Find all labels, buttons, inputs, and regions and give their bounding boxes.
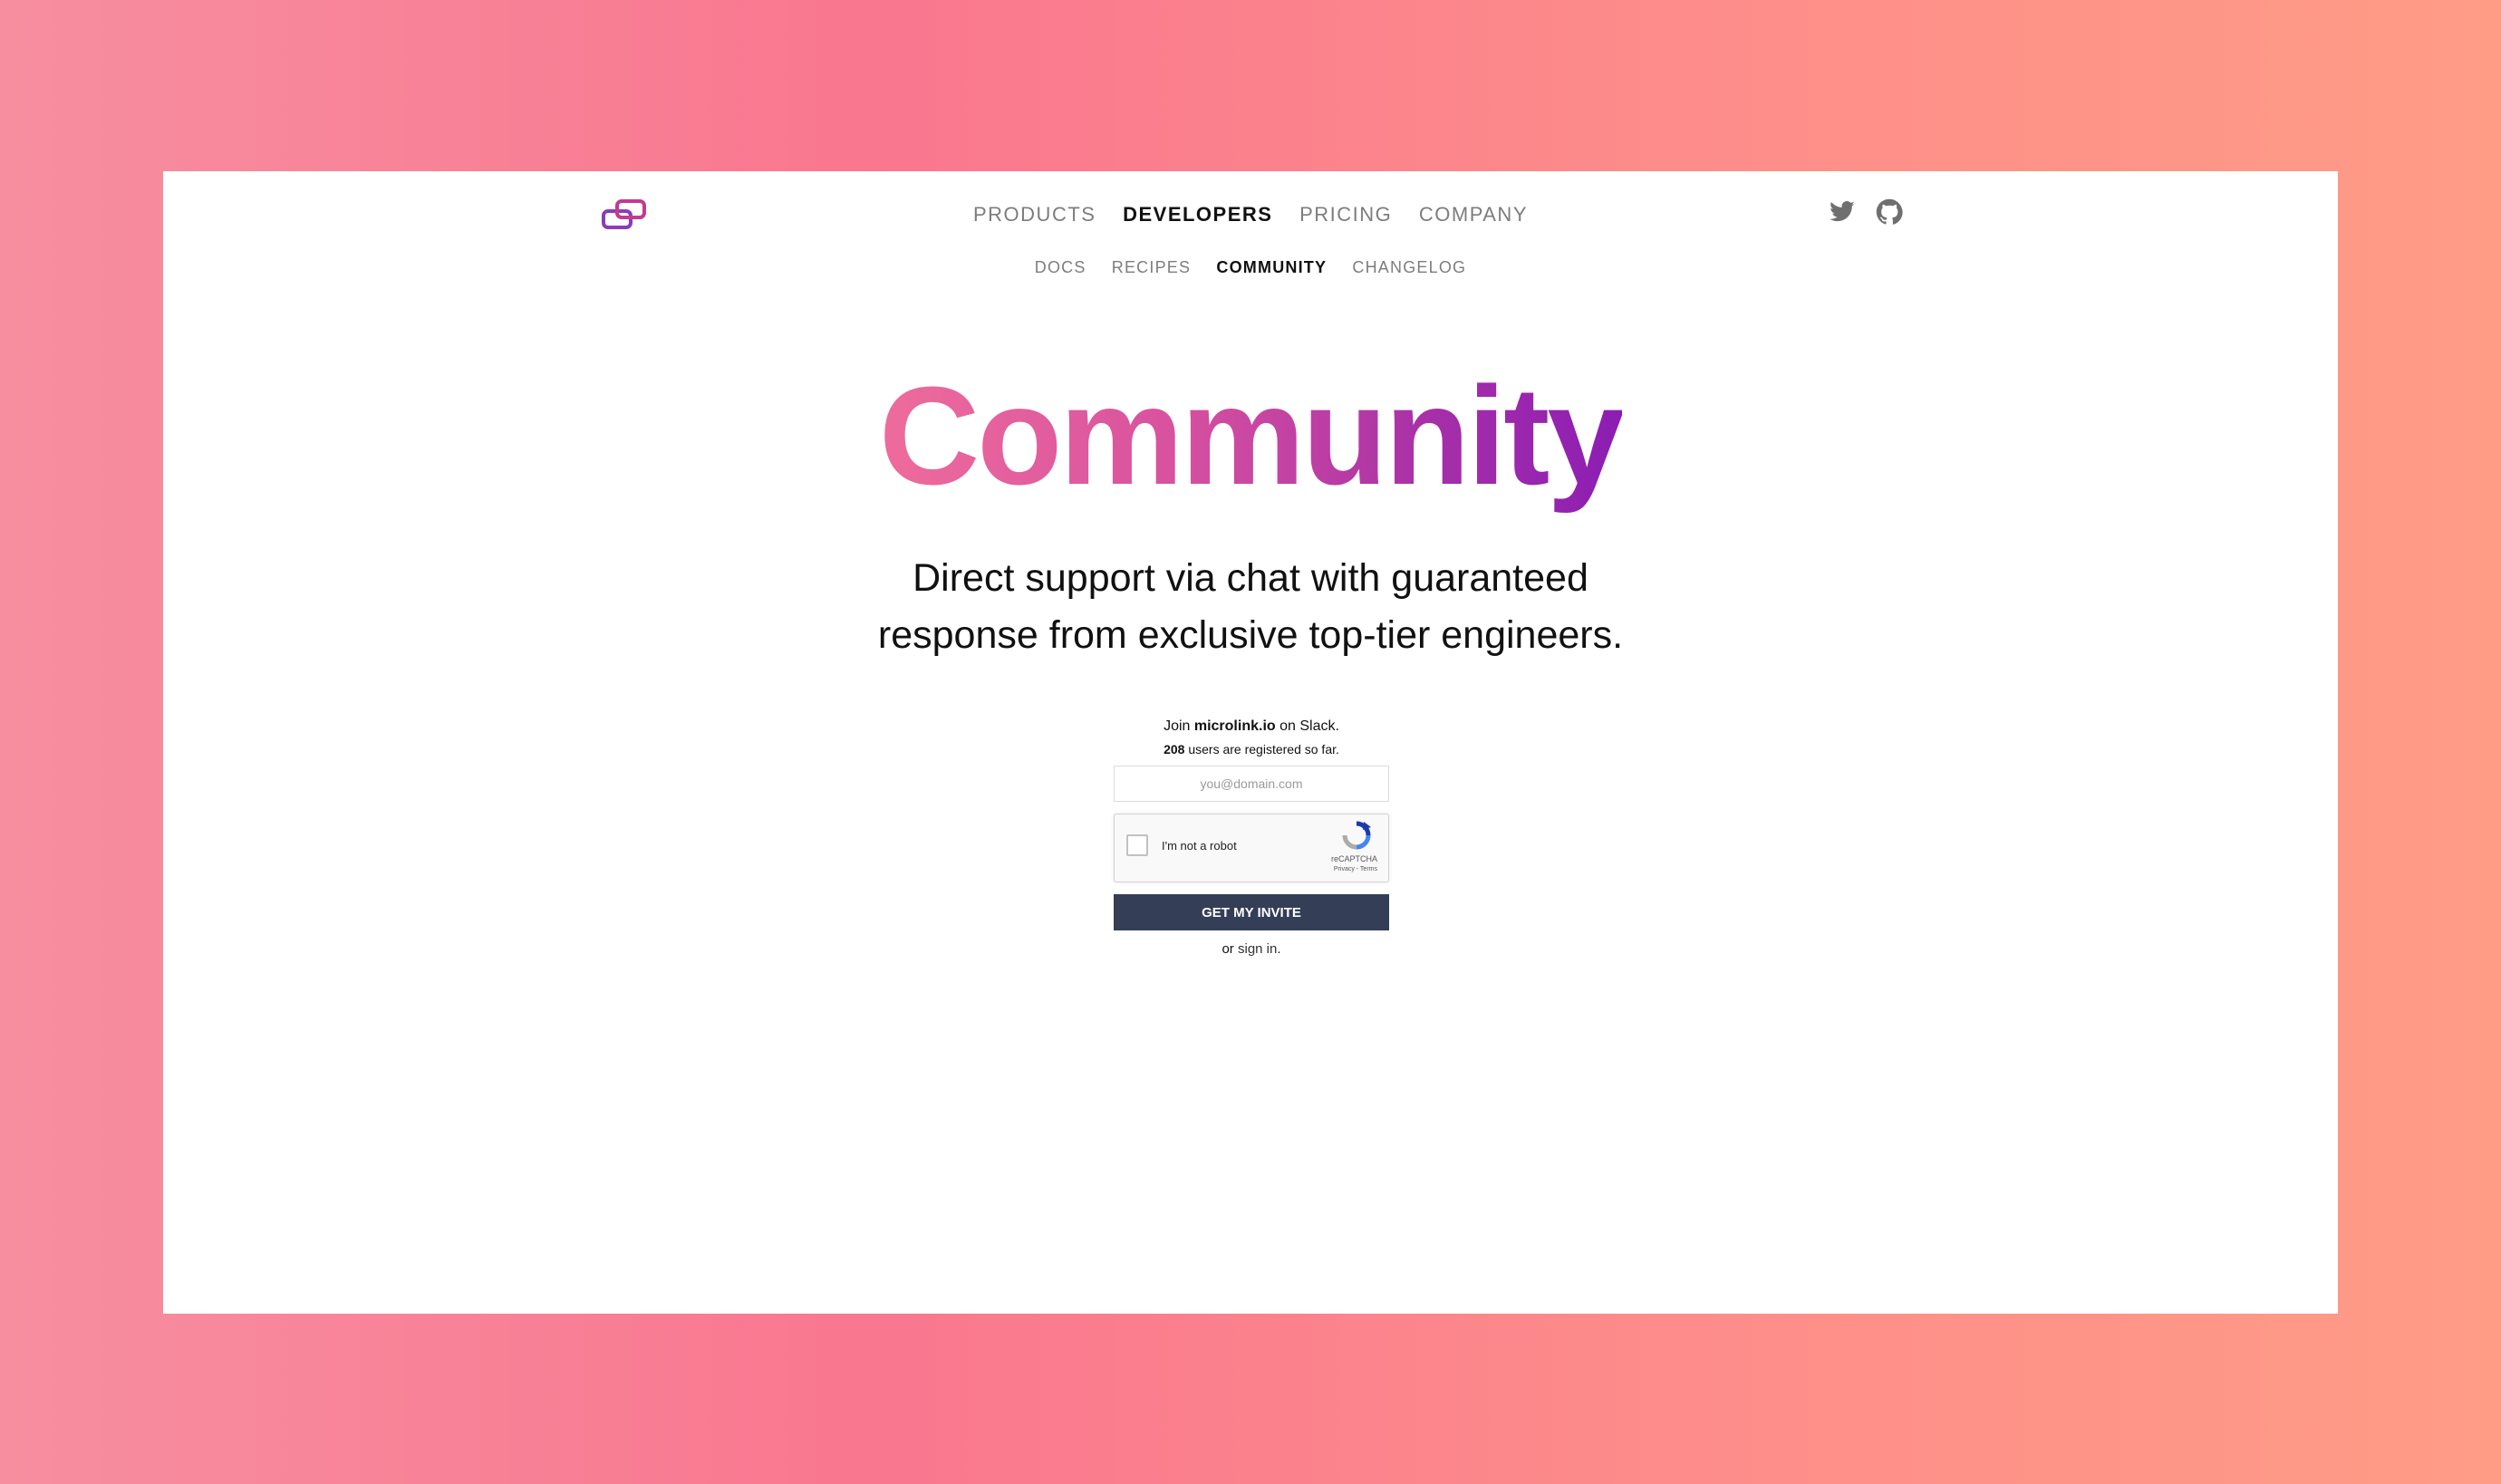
subnav-item-community[interactable]: COMMUNITY [1216, 258, 1327, 277]
subnav-item-recipes[interactable]: RECIPES [1112, 258, 1191, 277]
get-invite-button[interactable]: GET MY INVITE [1114, 894, 1389, 930]
subtitle-line-1: Direct support via chat with guaranteed [913, 556, 1588, 600]
recaptcha-label: I'm not a robot [1162, 839, 1237, 853]
subnav-item-docs[interactable]: DOCS [1035, 258, 1086, 277]
signin-link[interactable]: sign in [1238, 941, 1277, 957]
signin-text: or sign in. [1222, 941, 1281, 957]
recaptcha-logo-icon [1341, 820, 1372, 851]
nav-item-products[interactable]: PRODUCTS [973, 203, 1096, 226]
slack-user-count: 208 [1164, 742, 1185, 756]
subnav-item-changelog[interactable]: CHANGELOG [1352, 258, 1466, 277]
recaptcha-brand: reCAPTCHA [1330, 854, 1377, 863]
slack-workspace-name: microlink.io [1193, 718, 1276, 734]
email-input[interactable] [1114, 766, 1389, 802]
recaptcha-widget: I'm not a robot reCAPTCHA Privacy - Term… [1114, 814, 1389, 882]
recaptcha-terms-link[interactable]: Privacy - Terms [1334, 866, 1377, 872]
subtitle-line-2: response from exclusive top-tier enginee… [877, 613, 1624, 657]
nav-item-company[interactable]: COMPANY [1419, 203, 1528, 226]
secondary-nav: DOCS RECIPES COMMUNITY CHANGELOG [163, 258, 2338, 277]
recaptcha-checkbox[interactable] [1126, 834, 1148, 856]
nav-item-pricing[interactable]: PRICING [1299, 203, 1392, 226]
slack-user-count-text: 208 users are registered so far. [1164, 742, 1339, 756]
social-links [1829, 198, 1903, 226]
github-icon[interactable] [1876, 198, 1903, 226]
nav-item-developers[interactable]: DEVELOPERS [1123, 203, 1272, 226]
twitter-icon[interactable] [1829, 198, 1856, 226]
primary-nav: PRODUCTS DEVELOPERS PRICING COMPANY [163, 203, 2338, 226]
browser-page: PRODUCTS DEVELOPERS PRICING COMPANY DOCS… [163, 171, 2338, 1314]
slack-invite-form: Join microlink.io on Slack. 208 users ar… [1113, 715, 1390, 957]
page-subtitle: Direct support via chat with guaranteed … [163, 550, 2338, 664]
page-title: Community [879, 358, 1625, 514]
slack-join-text: Join microlink.io on Slack. [1164, 718, 1339, 734]
